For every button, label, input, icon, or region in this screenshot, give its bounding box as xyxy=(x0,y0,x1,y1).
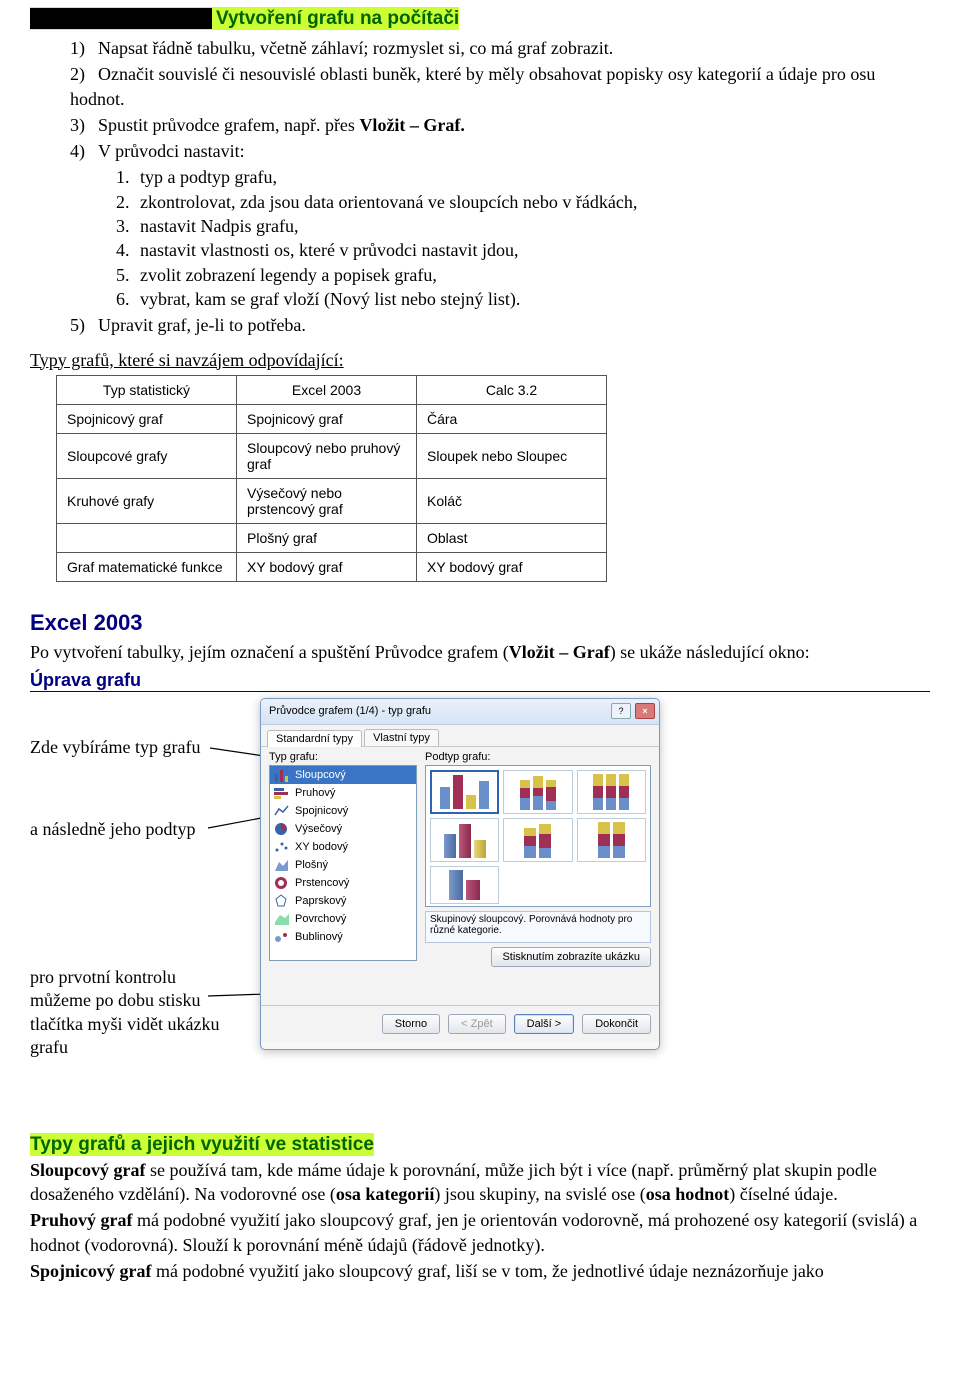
line-chart-icon xyxy=(274,804,290,818)
type-item-plosny[interactable]: Plošný xyxy=(270,856,416,874)
step-2: Označit souvislé či nesouvislé oblasti b… xyxy=(70,64,875,108)
th-calc: Calc 3.2 xyxy=(417,375,607,404)
surface-chart-icon xyxy=(274,912,290,926)
substeps-list: 1.typ a podtyp grafu, 2.zkontrolovat, zd… xyxy=(116,165,930,311)
main-steps-list: 1)Napsat řádně tabulku, včetně záhlaví; … xyxy=(70,36,930,338)
type-list[interactable]: Sloupcový Pruhový Spojnicový Výsečový XY… xyxy=(269,765,417,961)
area-chart-icon xyxy=(274,858,290,872)
cancel-button[interactable]: Storno xyxy=(382,1014,440,1034)
podtyp-label: Podtyp grafu: xyxy=(425,751,651,763)
step-3a: Spustit průvodce grafem, např. přes xyxy=(98,115,359,135)
types-usage-block: Typy grafů a jejich využití ve statistic… xyxy=(30,1134,930,1283)
types-note: Typy grafů, které si navzájem odpovídají… xyxy=(30,350,930,371)
excel-heading: Excel 2003 xyxy=(30,610,930,636)
subtype-2[interactable] xyxy=(503,770,572,814)
step-3-bold: Vložit – Graf. xyxy=(359,115,464,135)
chart-wizard-window: Průvodce grafem (1/4) - typ grafu ? × St… xyxy=(260,698,660,1050)
types-usage-title: Typy grafů a jejich využití ve statistic… xyxy=(30,1133,374,1156)
caption-preview: pro prvotní kontrolu můžeme po dobu stis… xyxy=(30,966,230,1060)
type-item-pruhovy[interactable]: Pruhový xyxy=(270,784,416,802)
tabs-row: Standardní typy Vlastní typy xyxy=(261,725,659,747)
step-5: Upravit graf, je-li to potřeba. xyxy=(98,315,306,335)
subtype-6[interactable] xyxy=(577,818,646,862)
type-item-spojnicovy[interactable]: Spojnicový xyxy=(270,802,416,820)
type-item-bublinovy[interactable]: Bublinový xyxy=(270,928,416,946)
th-excel: Excel 2003 xyxy=(237,375,417,404)
subtype-5[interactable] xyxy=(503,818,572,862)
type-item-sloupcovy[interactable]: Sloupcový xyxy=(270,766,416,784)
subtype-3[interactable] xyxy=(577,770,646,814)
substep-2: zkontrolovat, zda jsou data orientovaná … xyxy=(140,192,637,212)
excel-intro: Po vytvoření tabulky, jejím označení a s… xyxy=(30,640,930,664)
type-item-prstencovy[interactable]: Prstencový xyxy=(270,874,416,892)
substep-6: vybrat, kam se graf vloží (Nový list neb… xyxy=(140,289,520,309)
close-icon[interactable]: × xyxy=(635,703,655,719)
subtype-7[interactable] xyxy=(430,866,499,904)
radar-chart-icon xyxy=(274,894,290,908)
para1-b1: Sloupcový graf xyxy=(30,1160,146,1180)
page-title: Vytvoření grafu na počítači xyxy=(30,8,930,30)
subtype-description: Skupinový sloupcový. Porovnává hodnoty p… xyxy=(425,911,651,943)
table-row: Kruhové grafy xyxy=(57,478,237,523)
substep-1: typ a podtyp grafu, xyxy=(140,167,277,187)
substep-4: nastavit vlastnosti os, které v průvodci… xyxy=(140,240,518,260)
next-button[interactable]: Další > xyxy=(514,1014,575,1034)
para2-b: Pruhový graf xyxy=(30,1210,133,1230)
donut-chart-icon xyxy=(274,876,290,890)
table-row: Spojnicový graf xyxy=(57,404,237,433)
subtype-grid[interactable] xyxy=(425,765,651,907)
bubble-chart-icon xyxy=(274,930,290,944)
wizard-area: Zde vybíráme typ grafu a následně jeho p… xyxy=(30,698,930,1098)
pie-chart-icon xyxy=(274,822,290,836)
type-item-xy[interactable]: XY bodový xyxy=(270,838,416,856)
substep-5: zvolit zobrazení legendy a popisek grafu… xyxy=(140,265,437,285)
tab-standard[interactable]: Standardní typy xyxy=(267,730,362,747)
step-1: Napsat řádně tabulku, včetně záhlaví; ro… xyxy=(98,38,613,58)
redacted-box xyxy=(30,8,212,29)
type-item-vysecovy[interactable]: Výsečový xyxy=(270,820,416,838)
substep-3: nastavit Nadpis grafu, xyxy=(140,216,298,236)
titlebar[interactable]: Průvodce grafem (1/4) - typ grafu ? × xyxy=(261,699,659,725)
finish-button[interactable]: Dokončit xyxy=(582,1014,651,1034)
window-title: Průvodce grafem (1/4) - typ grafu xyxy=(269,705,431,717)
type-item-paprskovy[interactable]: Paprskový xyxy=(270,892,416,910)
types-table: Typ statistický Excel 2003 Calc 3.2 Spoj… xyxy=(56,375,607,582)
button-row: Storno < Zpět Další > Dokončit xyxy=(261,1005,659,1042)
subtype-4[interactable] xyxy=(430,818,499,862)
caption-type: Zde vybíráme typ grafu xyxy=(30,736,200,759)
hbar-chart-icon xyxy=(274,786,290,800)
th-stat: Typ statistický xyxy=(57,375,237,404)
type-item-povrchovy[interactable]: Povrchový xyxy=(270,910,416,928)
scatter-chart-icon xyxy=(274,840,290,854)
table-row: Graf matematické funkce xyxy=(57,552,237,581)
tab-custom[interactable]: Vlastní typy xyxy=(364,729,439,746)
preview-button[interactable]: Stisknutím zobrazíte ukázku xyxy=(491,947,651,967)
back-button[interactable]: < Zpět xyxy=(448,1014,506,1034)
step-4: V průvodci nastavit: xyxy=(98,141,245,161)
uprava-heading: Úprava grafu xyxy=(30,670,930,692)
table-row: Sloupcové grafy xyxy=(57,433,237,478)
bar-chart-icon xyxy=(274,768,290,782)
subtype-1[interactable] xyxy=(430,770,499,814)
help-icon[interactable]: ? xyxy=(611,703,631,719)
table-row xyxy=(57,523,237,552)
title-text: Vytvoření grafu na počítači xyxy=(216,8,459,29)
para3-b: Spojnicový graf xyxy=(30,1261,152,1281)
typ-label: Typ grafu: xyxy=(269,751,417,763)
caption-subtype: a následně jeho podtyp xyxy=(30,818,195,841)
